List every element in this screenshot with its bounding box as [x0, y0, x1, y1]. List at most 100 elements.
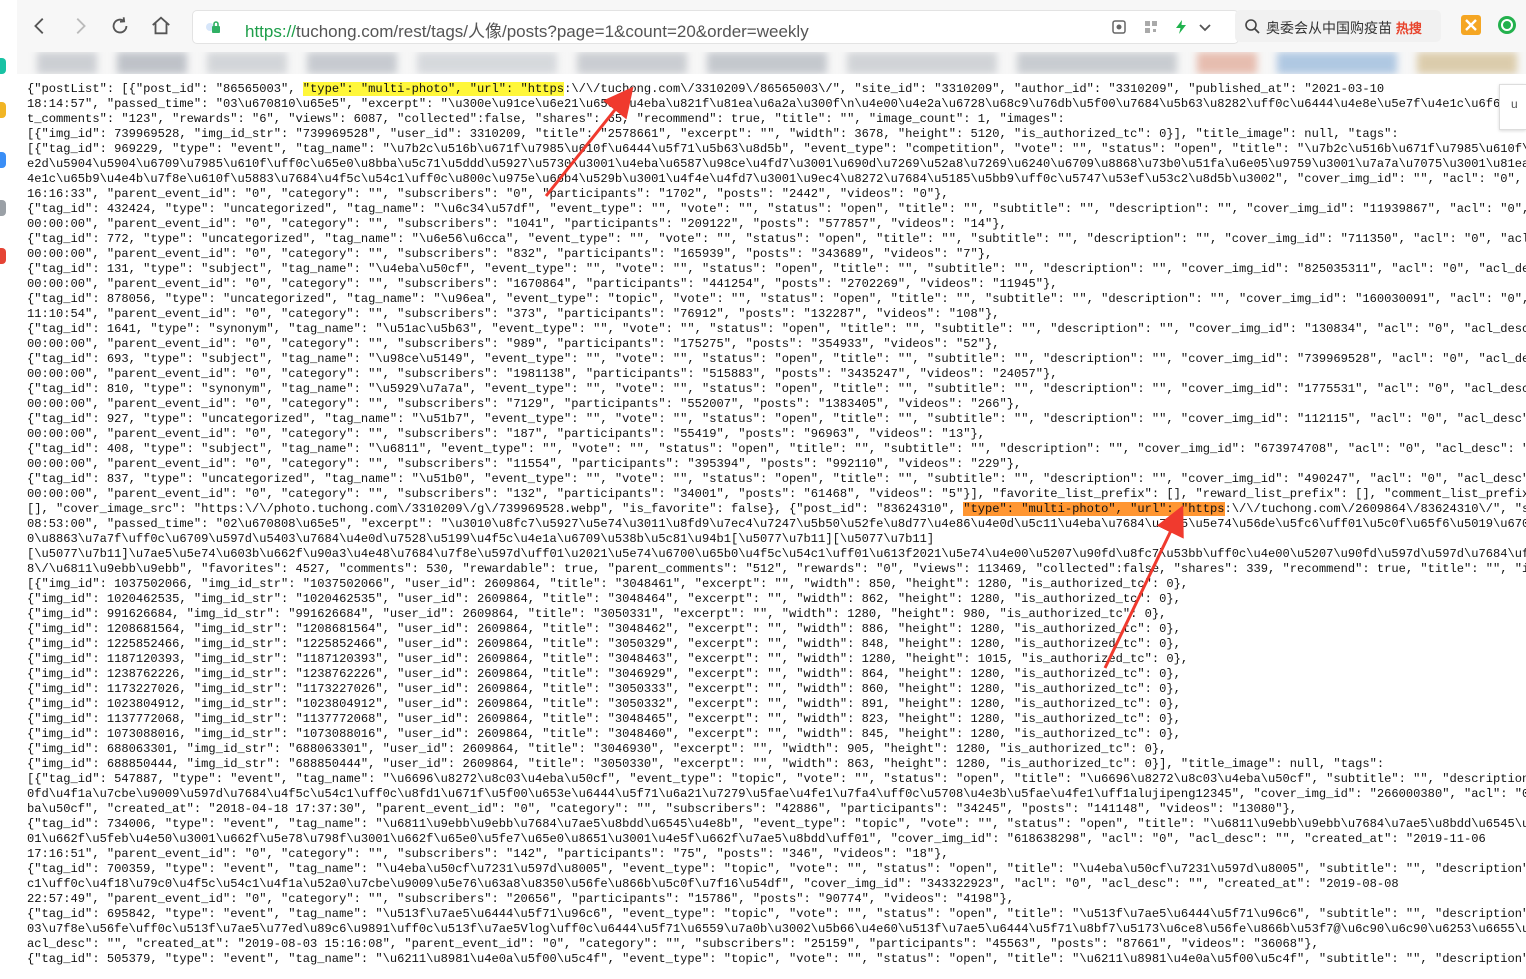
json-line: 00:00:00", "parent_event_id": "0", "cate…: [27, 427, 985, 441]
json-line: :\/\/tuchong.com\/3310209\/86565003\/", …: [564, 82, 1385, 96]
json-line: :\/\/tuchong.com\/2609864\/83624310\/", …: [1224, 502, 1526, 516]
json-line: 18:14:57", "passed_time": "03\u670810\u6…: [27, 97, 1526, 111]
bookmark-item[interactable]: [707, 52, 827, 74]
json-line: 00:00:00", "parent_event_id": "0", "cate…: [27, 487, 1526, 501]
json-line: {"tag_id": 927, "type": "uncategorized",…: [27, 412, 1526, 426]
json-line: {"tag_id": 695842, "type": "event", "tag…: [27, 907, 1526, 921]
json-text: {"postList": [{"post_id": "86565003", "t…: [17, 74, 1526, 967]
json-highlight-orange: "type": "multi-photo", "url": "https: [963, 502, 1225, 516]
json-line: [], "cover_image_src": "https:\/\/photo.…: [27, 502, 964, 516]
json-line: 00:00:00", "parent_event_id": "0", "cate…: [27, 337, 1000, 351]
sidebar-app-icon[interactable]: [0, 58, 6, 74]
sidebar-app-icon[interactable]: [0, 200, 6, 216]
json-line: {"tag_id": 837, "type": "uncategorized",…: [27, 472, 1526, 486]
json-line: {"img_id": 991626684, "img_id_str": "991…: [27, 607, 1167, 621]
refresh-icon[interactable]: [105, 11, 135, 41]
bookmark-item[interactable]: [207, 52, 287, 74]
bookmark-item[interactable]: [847, 52, 997, 74]
url-path: tuchong.com/rest/tags/人像/posts?page=1&co…: [296, 22, 809, 41]
json-line: 17:16:51", "parent_event_id": "0", "cate…: [27, 847, 949, 861]
json-line: {"tag_id": 878056, "type": "uncategorize…: [27, 292, 1526, 306]
json-line: {"tag_id": 772, "type": "uncategorized",…: [27, 232, 1526, 246]
side-panel-label: u: [1511, 97, 1518, 111]
qr-code-icon[interactable]: [1143, 19, 1159, 35]
json-line: 03\u7f8e\u56fe\uff0c\u513f\u7ae5\u77ed\u…: [27, 922, 1526, 936]
search-suggestion: 奥委会从中国购疫苗: [1266, 20, 1392, 36]
bookmark-item[interactable]: [577, 52, 687, 74]
json-line: {"postList": [{"post_id": "86565003",: [27, 82, 303, 96]
json-line: {"tag_id": 131, "type": "subject", "tag_…: [27, 262, 1526, 276]
json-line: c1\uff0c\u4f18\u79c0\u4f5c\u54c1\u4f1a\u…: [27, 877, 1399, 891]
forward-arrow-icon[interactable]: [65, 11, 95, 41]
json-line: [{"img_id": 1037502066, "img_id_str": "1…: [27, 577, 1189, 591]
home-icon[interactable]: [146, 11, 176, 41]
json-line: {"img_id": 688063301, "img_id_str": "688…: [27, 742, 1167, 756]
reader-mode-icon[interactable]: [1111, 19, 1127, 35]
json-line: {"tag_id": 700359, "type": "event", "tag…: [27, 862, 1526, 876]
json-line: ba\u50cf", "created_at": "2018-04-18 17:…: [27, 802, 1298, 816]
json-line: [{"img_id": 739969528, "img_id_str": "73…: [27, 127, 1399, 141]
bookmark-item[interactable]: [37, 52, 97, 74]
back-arrow-icon[interactable]: [25, 11, 55, 41]
bookmark-item[interactable]: [117, 52, 187, 74]
extension-icon[interactable]: [1461, 15, 1481, 35]
json-line: {"img_id": 1187120393, "img_id_str": "11…: [27, 652, 1189, 666]
bookmark-item[interactable]: [307, 52, 397, 74]
url-scheme: https://: [245, 22, 297, 41]
json-line: 08:53:00", "passed_time": "02\u670808\u6…: [27, 517, 1526, 531]
json-line: {"img_id": 1073088016, "img_id_str": "10…: [27, 727, 1181, 741]
json-line: {"img_id": 1023804912, "img_id_str": "10…: [27, 697, 1181, 711]
json-line: 4e1c\u65b9\u4e4b\u7f8e\u610f\u5883\u7684…: [27, 172, 1526, 186]
json-line: acl_desc": "", "created_at": "2019-08-03…: [27, 937, 1319, 951]
json-line: {"img_id": 1137772068, "img_id_str": "11…: [27, 712, 1181, 726]
address-bar[interactable]: https://tuchong.com/rest/tags/人像/posts?p…: [192, 10, 1239, 44]
json-line: 0\u8863\u7a7f\uff0c\u6709\u597d\u5403\u7…: [27, 532, 935, 546]
bookmark-item[interactable]: [417, 52, 557, 74]
json-line: 00:00:00", "parent_event_id": "0", "cate…: [27, 247, 993, 261]
security-lock-icon[interactable]: [205, 19, 221, 35]
json-line: [{"tag_id": 547887, "type": "event", "ta…: [27, 772, 1526, 786]
json-line: {"tag_id": 693, "type": "subject", "tag_…: [27, 352, 1526, 366]
json-line: {"tag_id": 734006, "type": "event", "tag…: [27, 817, 1526, 831]
json-line: 00:00:00", "parent_event_id": "0", "cate…: [27, 217, 1007, 231]
json-line: {"img_id": 1225852466, "img_id_str": "12…: [27, 637, 1181, 651]
bookmark-item[interactable]: [1417, 52, 1517, 74]
json-line: 00:00:00", "parent_event_id": "0", "cate…: [27, 367, 1058, 381]
bookmark-item[interactable]: [1277, 52, 1397, 74]
json-line: 0fd\u4f1a\u7cbe\u9009\u597d\u7684\u4f5c\…: [27, 787, 1526, 801]
sidebar-app-icon[interactable]: [0, 248, 6, 264]
chevron-down-icon[interactable]: [1197, 19, 1213, 35]
json-line: 16:16:33", "parent_event_id": "0", "cate…: [27, 187, 949, 201]
json-line: {"img_id": 1208681564, "img_id_str": "12…: [27, 622, 1181, 636]
json-response-view: {"postList": [{"post_id": "86565003", "t…: [17, 74, 1526, 979]
search-box[interactable]: 奥委会从中国购疫苗 热搜: [1235, 10, 1441, 42]
url-text[interactable]: https://tuchong.com/rest/tags/人像/posts?p…: [245, 17, 809, 42]
json-line: 00:00:00", "parent_event_id": "0", "cate…: [27, 277, 1058, 291]
bookmarks-bar: [17, 52, 1526, 74]
sidebar-app-icon[interactable]: [0, 152, 6, 168]
hot-badge: 热搜: [1395, 21, 1422, 36]
json-line: e2d\u5904\u5904\u6709\u7985\u610f\uff0c\…: [27, 157, 1526, 171]
json-line: {"tag_id": 1641, "type": "synonym", "tag…: [27, 322, 1526, 336]
left-sidebar: [0, 0, 18, 979]
browser-toolbar: https://tuchong.com/rest/tags/人像/posts?p…: [17, 0, 1526, 52]
json-line: 11:10:54", "parent_event_id": "0", "cate…: [27, 307, 1000, 321]
floating-side-panel[interactable]: u: [1499, 84, 1526, 130]
bookmark-item[interactable]: [1017, 52, 1177, 74]
json-line: {"tag_id": 432424, "type": "uncategorize…: [27, 202, 1526, 216]
json-line: 22:57:49", "parent_event_id": "0", "cate…: [27, 892, 1015, 906]
json-highlight-yellow: "type": "multi-photo", "url": "https: [302, 82, 565, 96]
lightning-icon[interactable]: [1173, 19, 1189, 35]
json-line: {"img_id": 688850444, "img_id_str": "688…: [27, 757, 1385, 771]
sidebar-app-icon[interactable]: [0, 102, 6, 118]
json-line: 01\u662f\u5feb\u4e50\u3001\u662f\u5e78\u…: [27, 832, 1486, 846]
json-line: {"img_id": 1238762226, "img_id_str": "12…: [27, 667, 1181, 681]
json-line: {"tag_id": 505379, "type": "event", "tag…: [27, 952, 1526, 966]
update-icon[interactable]: [1497, 15, 1517, 35]
search-icon: [1245, 19, 1260, 34]
bookmark-item[interactable]: [1197, 52, 1257, 74]
json-line: 00:00:00", "parent_event_id": "0", "cate…: [27, 397, 1022, 411]
json-line: 00:00:00", "parent_event_id": "0", "cate…: [27, 457, 1022, 471]
json-line: {"tag_id": 810, "type": "synonym", "tag_…: [27, 382, 1526, 396]
json-line: t_comments": "123", "rewards": "6", "vie…: [27, 112, 1065, 126]
